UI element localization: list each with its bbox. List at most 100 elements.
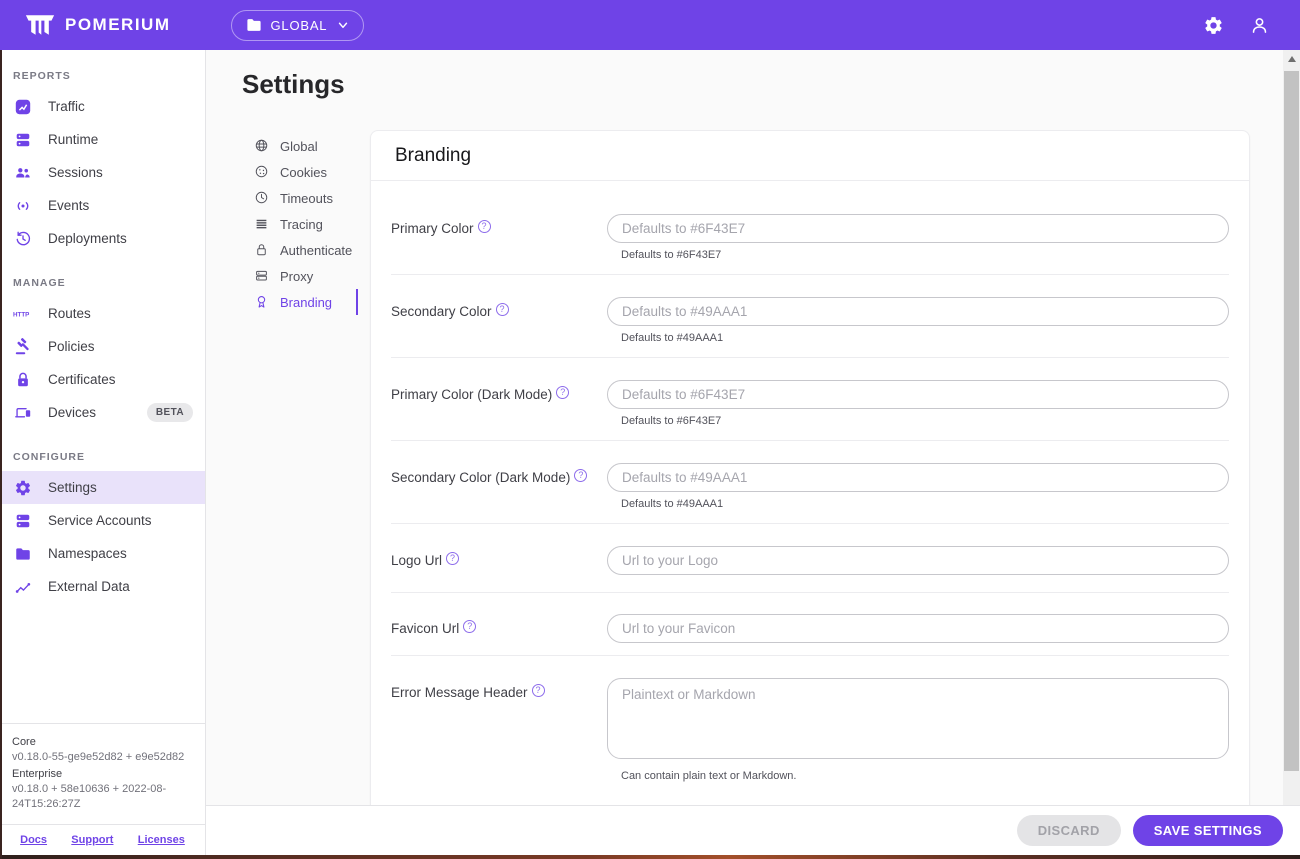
field-label: Secondary Color (Dark Mode) xyxy=(391,463,607,485)
certificates-lock-icon xyxy=(13,370,33,390)
field-label: Logo Url xyxy=(391,546,607,568)
primary-color-dark-input[interactable] xyxy=(607,380,1229,409)
user-icon xyxy=(1252,17,1266,33)
sidebar-item-label: Namespaces xyxy=(48,546,127,561)
user-account-button[interactable] xyxy=(1245,11,1273,39)
field-control xyxy=(607,614,1229,643)
sidebar-footer-links: Docs Support Licenses xyxy=(0,824,205,855)
sessions-people-icon xyxy=(13,163,33,183)
sidebar-item-devices[interactable]: Devices BETA xyxy=(0,396,205,429)
branding-card: Branding Primary Color Defaults to #6F43… xyxy=(370,130,1250,805)
discard-button[interactable]: DISCARD xyxy=(1016,815,1121,846)
help-icon[interactable] xyxy=(531,684,545,697)
settings-subnav: Global Cookies Timeouts Tracing Authenti… xyxy=(254,130,358,315)
namespaces-folder-icon xyxy=(13,544,33,564)
field-label: Favicon Url xyxy=(391,614,607,636)
window-bottom-edge xyxy=(0,855,1300,859)
error-message-header-textarea[interactable] xyxy=(607,678,1229,759)
field-row-primary-color-dark: Primary Color (Dark Mode) Defaults to #6… xyxy=(391,358,1229,441)
scroll-up-arrow-icon[interactable] xyxy=(1283,50,1300,67)
sidebar-item-label: Sessions xyxy=(48,165,103,180)
settings-gear-button[interactable] xyxy=(1199,11,1227,39)
field-label-text: Logo Url xyxy=(391,553,443,568)
sidebar-item-deployments[interactable]: Deployments xyxy=(0,222,205,255)
sidebar-item-label: Events xyxy=(48,198,90,213)
sidebar-item-label: External Data xyxy=(48,579,130,594)
field-helper: Defaults to #49AAA1 xyxy=(621,498,724,510)
sidebar-item-external-data[interactable]: External Data xyxy=(0,570,205,603)
help-icon[interactable] xyxy=(574,469,588,482)
page-title: Settings xyxy=(242,69,345,99)
pomerium-logo-icon xyxy=(25,15,55,35)
sidebar-item-events[interactable]: Events xyxy=(0,189,205,222)
sidebar-item-routes[interactable]: HTTP Routes xyxy=(0,297,205,330)
sidebar-item-traffic[interactable]: Traffic xyxy=(0,90,205,123)
logo-url-input[interactable] xyxy=(607,546,1229,575)
card-title: Branding xyxy=(395,145,472,166)
scrollbar-thumb[interactable] xyxy=(1284,71,1299,771)
tab-authenticate[interactable]: Authenticate xyxy=(254,237,358,263)
help-icon[interactable] xyxy=(463,620,477,633)
award-ribbon-icon xyxy=(254,294,270,310)
svg-text:HTTP: HTTP xyxy=(13,311,29,318)
sidebar-item-service-accounts[interactable]: Service Accounts xyxy=(0,504,205,537)
main-content: Settings Global Cookies Timeouts Tracing… xyxy=(206,50,1300,855)
field-label-text: Error Message Header xyxy=(391,685,528,700)
sidebar-item-policies[interactable]: Policies xyxy=(0,330,205,363)
sidebar: REPORTS Traffic Runtime Sessions Events xyxy=(0,50,206,855)
sidebar-item-label: Certificates xyxy=(48,372,116,387)
sidebar-section-configure: CONFIGURE Settings Service Accounts Name… xyxy=(0,429,205,603)
sidebar-item-label: Deployments xyxy=(48,231,127,246)
section-title: MANAGE xyxy=(13,277,66,289)
sidebar-item-label: Settings xyxy=(48,480,97,495)
docs-link[interactable]: Docs xyxy=(20,834,47,846)
help-icon[interactable] xyxy=(556,386,570,399)
devices-icon xyxy=(13,403,33,423)
gear-icon xyxy=(1204,16,1222,34)
globe-icon xyxy=(254,138,270,154)
settings-scroll-area: Settings Global Cookies Timeouts Tracing… xyxy=(206,50,1300,805)
sidebar-item-namespaces[interactable]: Namespaces xyxy=(0,537,205,570)
app-window: POMERIUM GLOBAL REPORTS Traffic Runtime … xyxy=(0,0,1300,859)
clock-icon xyxy=(254,190,270,206)
sidebar-section-manage: MANAGE HTTP Routes Policies Certificates… xyxy=(0,255,205,429)
help-icon[interactable] xyxy=(446,552,460,565)
proxy-server-icon xyxy=(254,268,270,284)
sidebar-item-runtime[interactable]: Runtime xyxy=(0,123,205,156)
licenses-link[interactable]: Licenses xyxy=(138,834,185,846)
save-settings-button[interactable]: SAVE SETTINGS xyxy=(1132,815,1283,846)
secondary-color-input[interactable] xyxy=(607,297,1229,326)
field-control: Defaults to #6F43E7 xyxy=(607,380,1229,427)
sidebar-item-label: Routes xyxy=(48,306,91,321)
tab-tracing[interactable]: Tracing xyxy=(254,211,358,237)
field-control: Defaults to #49AAA1 xyxy=(607,463,1229,510)
support-link[interactable]: Support xyxy=(71,834,113,846)
sidebar-item-label: Runtime xyxy=(48,132,99,147)
sidebar-item-sessions[interactable]: Sessions xyxy=(0,156,205,189)
tab-global[interactable]: Global xyxy=(254,133,358,159)
tab-cookies[interactable]: Cookies xyxy=(254,159,358,185)
field-label-text: Primary Color (Dark Mode) xyxy=(391,387,553,402)
help-icon[interactable] xyxy=(495,303,509,316)
vertical-scrollbar[interactable] xyxy=(1283,50,1300,805)
tab-timeouts[interactable]: Timeouts xyxy=(254,185,358,211)
sidebar-item-settings[interactable]: Settings xyxy=(0,471,205,504)
tab-branding[interactable]: Branding xyxy=(254,289,358,315)
tab-proxy[interactable]: Proxy xyxy=(254,263,358,289)
enterprise-version-value: v0.18.0 + 58e10636 + 2022-08-24T15:26:27… xyxy=(12,783,167,810)
tab-label: Cookies xyxy=(280,164,327,180)
beta-badge: BETA xyxy=(146,403,193,422)
action-footer: DISCARD SAVE SETTINGS xyxy=(206,805,1300,855)
secondary-color-dark-input[interactable] xyxy=(607,463,1229,492)
namespace-selector-button[interactable]: GLOBAL xyxy=(230,9,365,41)
field-row-secondary-color: Secondary Color Defaults to #49AAA1 xyxy=(391,275,1229,358)
field-helper: Defaults to #6F43E7 xyxy=(621,249,722,261)
runtime-server-icon xyxy=(13,130,33,150)
primary-color-input[interactable] xyxy=(607,214,1229,243)
field-helper: Defaults to #49AAA1 xyxy=(621,332,724,344)
sidebar-item-certificates[interactable]: Certificates xyxy=(0,363,205,396)
help-icon[interactable] xyxy=(477,220,491,233)
field-control: Can contain plain text or Markdown. xyxy=(607,678,1229,782)
favicon-url-input[interactable] xyxy=(607,614,1229,643)
